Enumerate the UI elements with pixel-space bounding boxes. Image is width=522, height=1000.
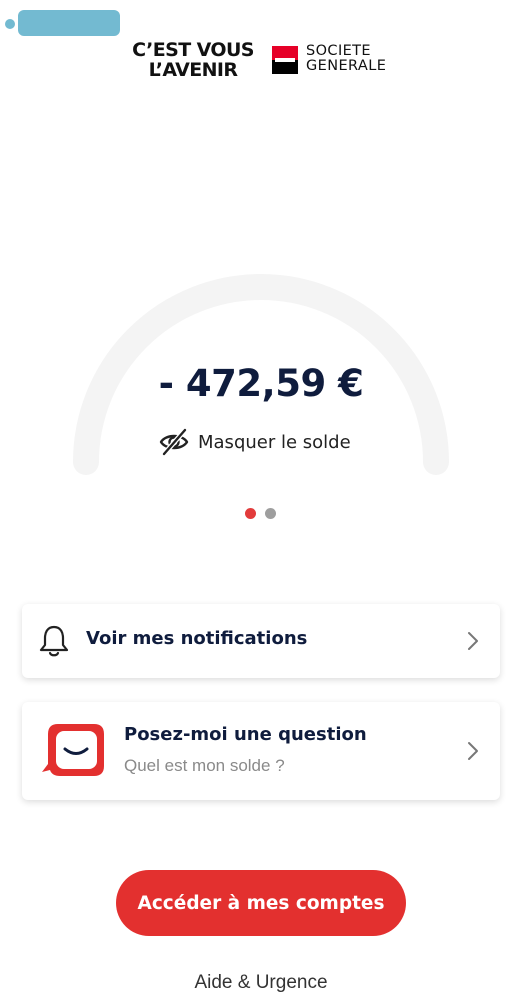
access-accounts-button[interactable]: Accéder à mes comptes [116,870,406,936]
page-dot-inactive[interactable] [265,508,276,519]
bank-name-line-2: GENERALE [306,58,387,74]
bell-icon [39,625,69,657]
assistant-title: Posez-moi une question [124,724,367,745]
tagline-line-2: L’AVENIR [148,59,238,81]
notifications-card[interactable]: Voir mes notifications [22,604,500,678]
help-emergency-link[interactable]: Aide & Urgence [0,972,522,994]
page-dot-active[interactable] [245,508,256,519]
account-balance: - 472,59 € [158,362,364,405]
tagline-line-1: C’EST VOUS [132,39,254,61]
assistant-card[interactable]: Posez-moi une question Quel est mon sold… [22,702,500,800]
assistant-subtitle: Quel est mon solde ? [124,756,285,775]
societe-generale-flag-icon [272,46,298,74]
bank-name: SOCIETE GENERALE [306,44,386,74]
chevron-right-icon [468,632,478,650]
chevron-right-icon [468,742,478,760]
status-bar-indicator [4,8,122,38]
brand-tagline: C’EST VOUS L’AVENIR [118,40,268,80]
notifications-label: Voir mes notifications [86,628,308,649]
status-indicator-icon [5,10,120,36]
bank-name-line-1: SOCIETE [306,43,371,59]
hide-balance-button[interactable]: Masquer le solde [158,426,351,458]
eye-slash-icon [159,428,189,456]
header-logo: C’EST VOUS L’AVENIR SOCIETE GENERALE [118,40,408,84]
chat-assistant-icon [42,724,104,776]
hide-balance-label: Masquer le solde [198,431,351,453]
